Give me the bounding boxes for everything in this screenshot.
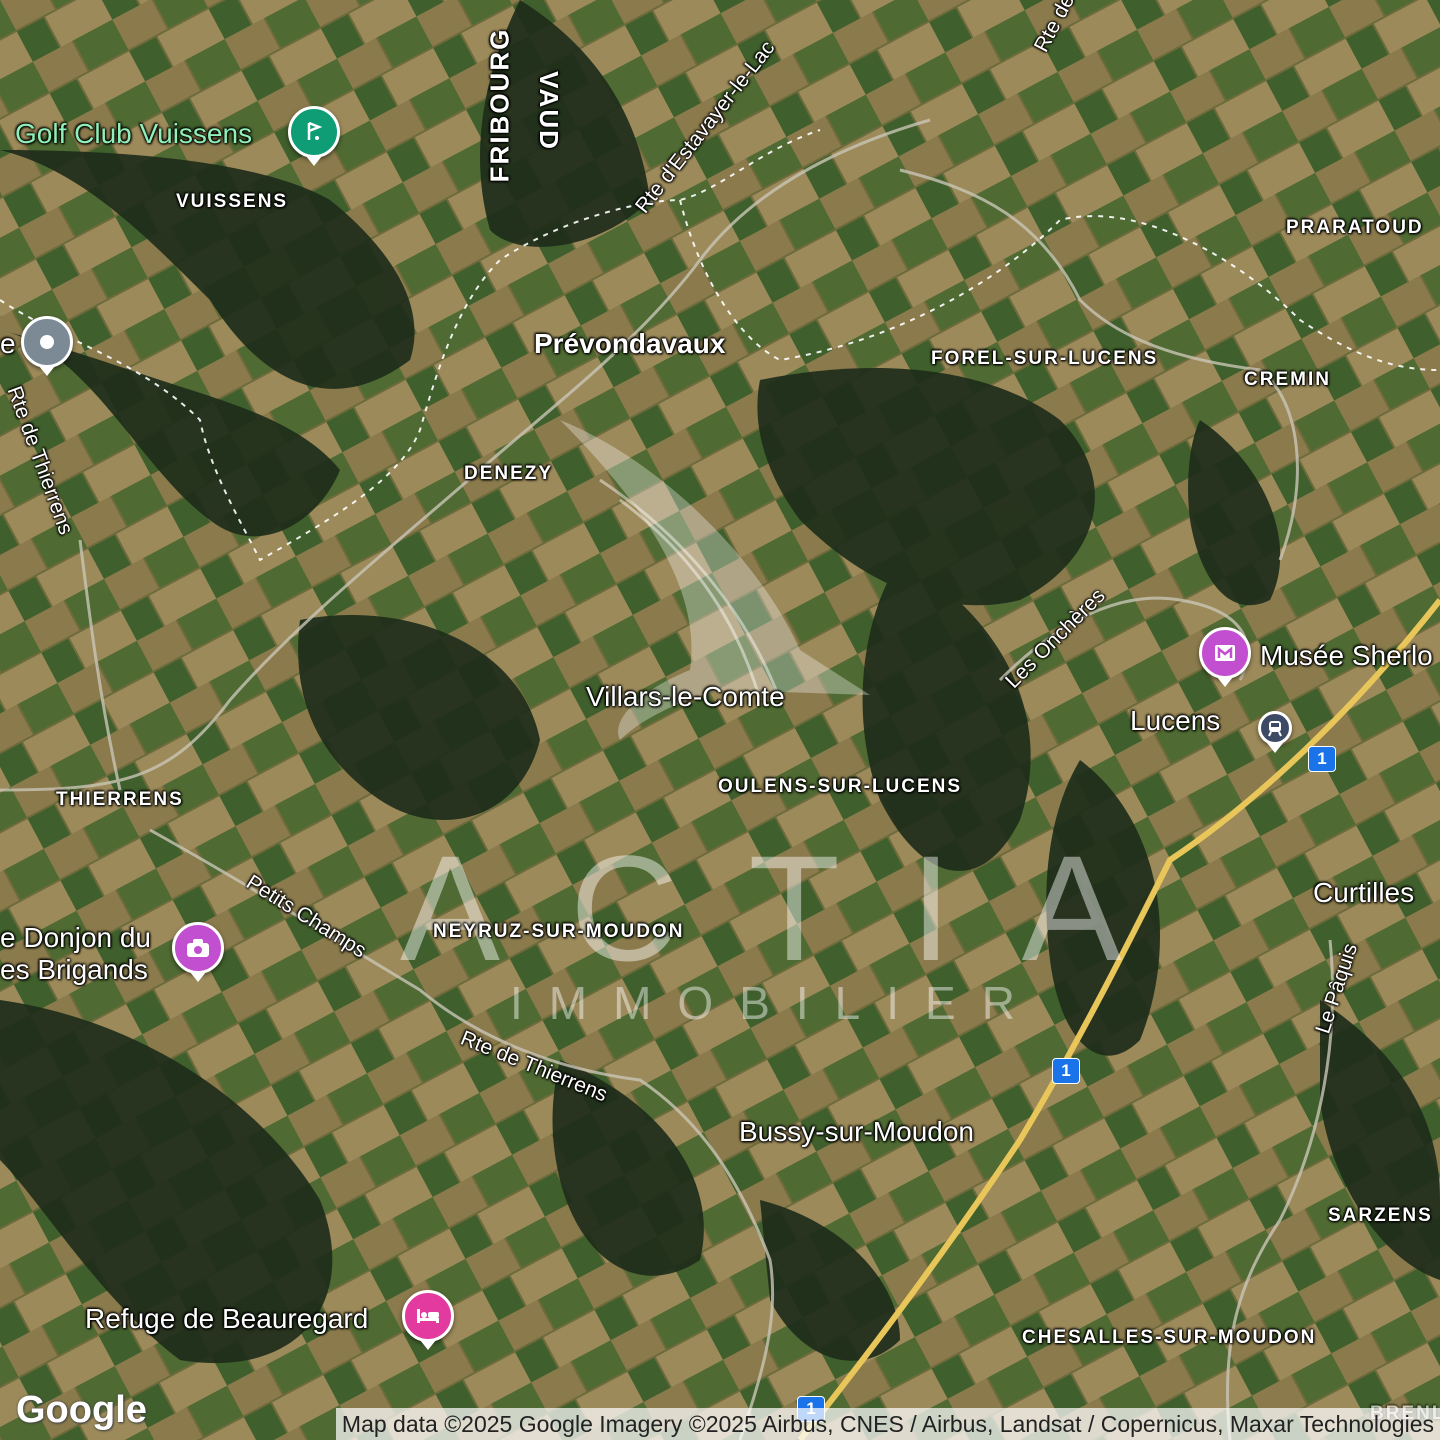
village-sarzens[interactable]: SARZENS [1328,1206,1433,1225]
highway-shield: 1 [1052,1058,1080,1084]
town-bussy-sur-moudon[interactable]: Bussy-sur-Moudon [739,1118,974,1146]
camera-icon[interactable] [172,922,224,982]
town-villars-le-comte[interactable]: Villars-le-Comte [586,683,785,711]
village-denezy[interactable]: DENEZY [464,464,553,483]
bed-glyph [417,1309,439,1323]
train-icon[interactable] [1258,711,1292,753]
satellite-imagery [0,0,1440,1440]
town-curtilles[interactable]: Curtilles [1313,879,1414,907]
canton-fribourg: FRIBOURG [484,27,515,183]
village-chesalles-sur-moudon[interactable]: CHESALLES-SUR-MOUDON [1022,1328,1316,1347]
poi-musee-label[interactable]: Musée Sherlo [1260,642,1433,670]
village-forel-sur-lucens[interactable]: FOREL-SUR-LUCENS [931,349,1158,368]
golf-icon[interactable] [288,106,340,166]
place-icon[interactable] [21,316,73,376]
google-logo[interactable]: Google [16,1389,147,1432]
highway-shield: 1 [1308,746,1336,772]
camera-glyph [187,939,209,957]
village-vuissens[interactable]: VUISSENS [176,192,288,211]
poi-place-label[interactable]: e [0,330,16,358]
town-prevondavaux[interactable]: Prévondavaux [534,330,725,358]
map-canvas[interactable]: ACTIA IMMOBILIER FRIBOURG VAUD Rte d'Est… [0,0,1440,1440]
poi-donjon-label-line1[interactable]: e Donjon du [0,924,151,952]
map-attribution[interactable]: Map data ©2025 Google Imagery ©2025 Airb… [335,1408,1440,1440]
village-cremin[interactable]: CREMIN [1244,370,1331,389]
village-oulens-sur-lucens[interactable]: OULENS-SUR-LUCENS [718,777,962,796]
museum-glyph [1215,645,1235,661]
train-glyph [1268,721,1282,737]
poi-donjon-label-line2[interactable]: es Brigands [0,956,148,984]
poi-refuge-label[interactable]: Refuge de Beauregard [85,1305,368,1333]
town-lucens[interactable]: Lucens [1130,707,1220,735]
village-praratoud[interactable]: PRARATOUD [1286,218,1424,237]
golf-flag-glyph [307,121,323,140]
place-dot [40,335,54,349]
canton-vaud: VAUD [533,71,564,151]
village-neyruz-sur-moudon[interactable]: NEYRUZ-SUR-MOUDON [433,922,684,941]
village-thierrens[interactable]: THIERRENS [56,790,184,809]
museum-icon[interactable] [1199,627,1251,687]
poi-golf-label[interactable]: Golf Club Vuissens [15,120,252,148]
bed-icon[interactable] [402,1290,454,1350]
